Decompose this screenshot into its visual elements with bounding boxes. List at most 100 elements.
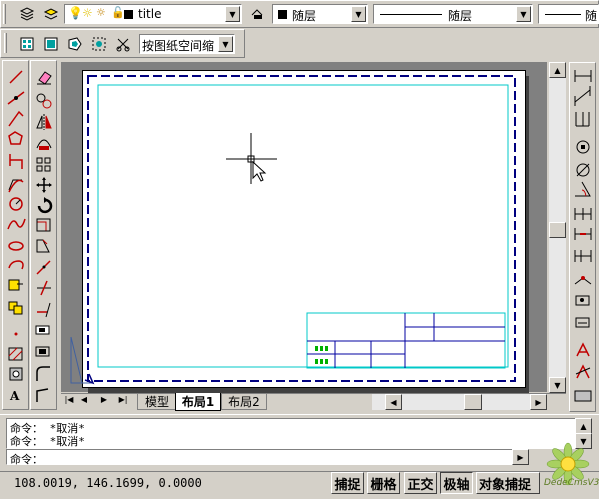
copy-icon[interactable] xyxy=(36,93,52,109)
tab-next-button[interactable]: ▶ xyxy=(98,395,110,409)
fillet-icon[interactable] xyxy=(36,366,50,381)
linetype-dropdown[interactable]: 随层 ▼ xyxy=(373,4,533,24)
single-viewport-icon[interactable] xyxy=(40,34,62,54)
osnap-toggle[interactable]: 对象捕捉 xyxy=(476,472,540,494)
dimension-edit-icon[interactable] xyxy=(575,364,591,379)
layer-dropdown[interactable]: 💡 ☼ ☼ 🔓 title ▼ xyxy=(64,4,242,24)
linetype-dropdown-arrow[interactable]: ▼ xyxy=(516,6,531,22)
snap-tangent-icon[interactable] xyxy=(574,276,592,285)
freeze-sun-icon[interactable]: ☼ xyxy=(82,6,93,20)
lineweight-dropdown[interactable]: 随 xyxy=(538,4,599,24)
snap-nearest-icon[interactable] xyxy=(575,295,590,306)
convert-object-viewport-icon[interactable] xyxy=(88,34,110,54)
color-dropdown-arrow[interactable]: ▼ xyxy=(351,6,366,22)
scroll-right-button[interactable]: ▶ xyxy=(530,394,547,410)
ellipse-icon[interactable] xyxy=(8,241,24,251)
spline-icon[interactable] xyxy=(7,218,26,230)
point-icon[interactable] xyxy=(14,332,18,336)
explode-icon[interactable] xyxy=(36,388,49,402)
light-bulb-icon[interactable]: 💡 xyxy=(68,6,83,20)
make-block-icon[interactable] xyxy=(8,301,23,315)
rectangle-icon[interactable] xyxy=(9,154,23,169)
move-icon[interactable] xyxy=(36,177,52,193)
extend-icon[interactable] xyxy=(37,302,51,318)
command-input[interactable] xyxy=(6,449,514,465)
line-icon[interactable] xyxy=(9,70,23,84)
snap-angle-icon[interactable] xyxy=(575,181,591,197)
mirror-icon[interactable] xyxy=(36,114,52,130)
tab-last-button[interactable]: ▶| xyxy=(116,395,130,409)
offset-icon[interactable] xyxy=(36,139,52,150)
title-block-marks xyxy=(315,346,328,364)
tab-layout2[interactable]: 布局2 xyxy=(221,394,267,410)
tab-model[interactable]: 模型 xyxy=(137,394,177,410)
erase-icon[interactable] xyxy=(37,71,52,85)
region-icon[interactable] xyxy=(9,367,23,381)
viewport-scale-value: 按图纸空间缩 xyxy=(142,39,215,53)
horizontal-scroll-thumb[interactable] xyxy=(464,394,482,410)
layer-manager-icon[interactable] xyxy=(16,4,38,24)
vertical-scroll-thumb[interactable] xyxy=(549,222,566,238)
snap-extension-icon[interactable] xyxy=(574,208,592,220)
viewport-scale-arrow[interactable]: ▼ xyxy=(218,36,233,52)
insert-block-icon[interactable] xyxy=(8,279,23,291)
layer-dropdown-arrow[interactable]: ▼ xyxy=(225,6,240,22)
linear-dimension-icon[interactable] xyxy=(574,70,592,82)
color-dropdown[interactable]: 随层 ▼ xyxy=(272,4,368,24)
command-scroll-right[interactable]: ▶ xyxy=(512,449,529,465)
scroll-up-button[interactable]: ▲ xyxy=(549,62,566,78)
aligned-dimension-icon[interactable] xyxy=(574,86,591,106)
chamfer-icon[interactable] xyxy=(35,346,50,357)
polar-toggle[interactable]: 极轴 xyxy=(440,472,473,494)
command-prompt: 命令： xyxy=(10,453,43,466)
snap-insert-icon[interactable] xyxy=(574,228,592,240)
tab-prev-button[interactable]: ◀ xyxy=(78,395,90,409)
toolbar-grip[interactable] xyxy=(4,33,7,53)
tab-layout1[interactable]: 布局1 xyxy=(175,393,221,411)
scroll-left-button[interactable]: ◀ xyxy=(385,394,402,410)
viewport-scale-dropdown[interactable]: 按图纸空间缩 ▼ xyxy=(139,34,235,54)
break-icon[interactable] xyxy=(35,325,50,335)
ordinate-dimension-icon[interactable] xyxy=(575,112,590,127)
lock-icon[interactable]: 🔓 xyxy=(111,6,125,19)
linetype-value: 随层 xyxy=(448,9,473,23)
command-history-line: 命令： *取消* xyxy=(10,435,85,448)
title-block xyxy=(306,312,506,369)
snap-endpoint-icon[interactable] xyxy=(576,140,590,154)
ellipse-arc-icon[interactable] xyxy=(8,260,24,270)
dimension-text-icon[interactable] xyxy=(576,342,590,357)
lengthen-icon[interactable] xyxy=(36,260,51,275)
construction-line-icon[interactable] xyxy=(7,91,25,105)
hatch-icon[interactable] xyxy=(8,347,23,361)
polygonal-viewport-icon[interactable] xyxy=(64,34,86,54)
polar-toggle-label: 极轴 xyxy=(443,477,470,493)
command-scroll-up[interactable]: ▲ xyxy=(575,418,592,434)
ortho-toggle[interactable]: 正交 xyxy=(404,472,437,494)
circle-icon[interactable] xyxy=(9,197,23,211)
array-icon[interactable] xyxy=(36,157,51,172)
polyline-icon[interactable] xyxy=(8,110,24,127)
previous-layer-icon[interactable] xyxy=(246,4,268,24)
viewport-freeze-icon[interactable]: ☼ xyxy=(96,6,106,19)
make-layer-current-icon[interactable] xyxy=(40,4,62,24)
snap-none-icon[interactable] xyxy=(575,317,590,328)
stretch-icon[interactable] xyxy=(36,239,50,253)
trim-icon[interactable] xyxy=(37,280,51,296)
tab-first-button[interactable]: |◀ xyxy=(63,395,75,409)
coordinates-display[interactable]: 108.0019, 146.1699, 0.0000 xyxy=(14,476,202,490)
scroll-down-button[interactable]: ▼ xyxy=(549,377,566,393)
toolbar-grip[interactable] xyxy=(3,4,6,24)
arc-icon[interactable] xyxy=(8,179,24,193)
snap-midpoint-icon[interactable] xyxy=(576,163,590,177)
grid-toggle[interactable]: 栅格 xyxy=(367,472,400,494)
multiline-text-icon[interactable]: A xyxy=(9,389,20,403)
scale-icon[interactable] xyxy=(36,218,51,232)
snap-perpendicular-icon[interactable] xyxy=(574,250,592,262)
rotate-icon[interactable] xyxy=(37,197,53,214)
clip-viewport-icon[interactable] xyxy=(112,34,134,54)
viewports-dialog-icon[interactable] xyxy=(16,34,38,54)
svg-text:A: A xyxy=(9,389,20,403)
snap-toggle[interactable]: 捕捉 xyxy=(331,472,364,494)
polygon-icon[interactable] xyxy=(8,131,23,145)
dimension-style-icon[interactable] xyxy=(574,390,592,402)
